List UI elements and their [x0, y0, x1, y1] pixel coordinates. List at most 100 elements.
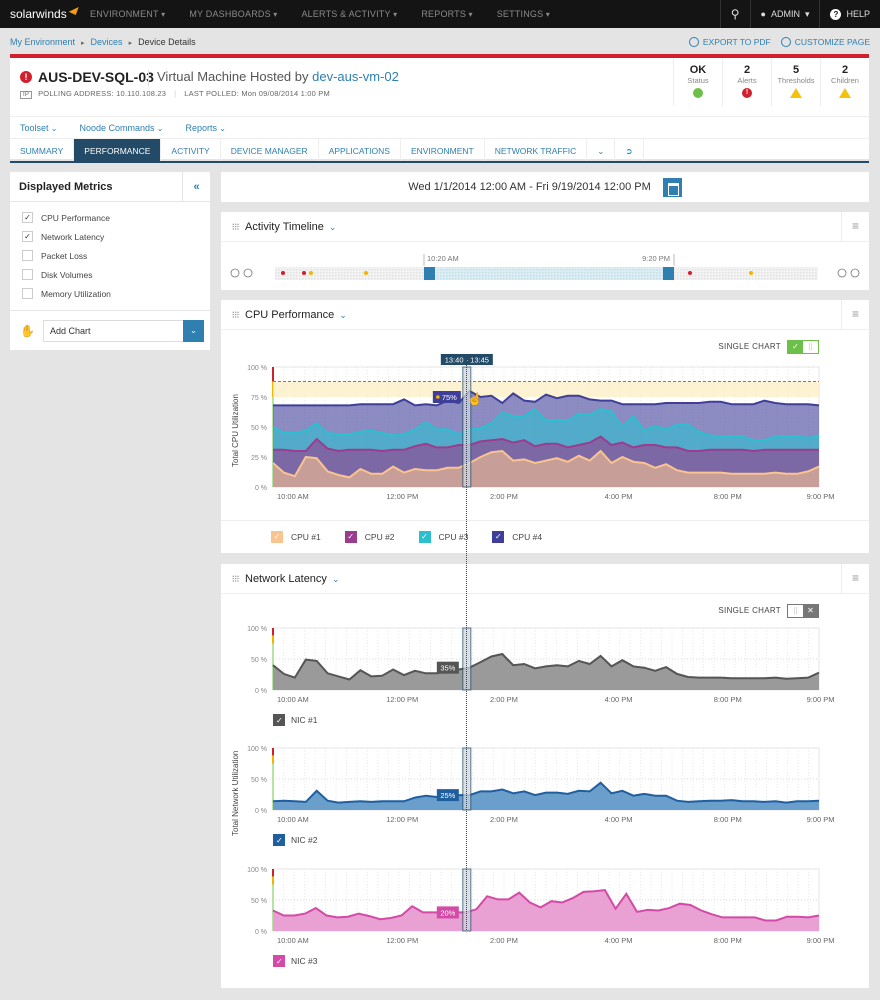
event-error-dot[interactable]: [281, 271, 285, 275]
chevron-down-icon[interactable]: ⌄: [182, 319, 204, 342]
checkbox-checked[interactable]: ✓: [271, 531, 283, 543]
panel-menu-icon[interactable]: ≡: [841, 212, 869, 242]
checkbox-checked[interactable]: ✓: [418, 531, 431, 543]
node-commands-menu[interactable]: Noode Commands: [79, 123, 163, 133]
stat-children[interactable]: 2 Children: [820, 58, 869, 106]
stat-children-value: 2: [841, 64, 849, 76]
event-warning-dot[interactable]: [749, 271, 753, 275]
stat-status-label: Status: [687, 76, 709, 85]
nav-reports[interactable]: REPORTS: [421, 9, 472, 19]
device-toolbar: Toolset Noode Commands Reports: [10, 116, 869, 138]
cpu-performance-header: CPU Performance ⌄ ≡: [221, 300, 869, 330]
admin-menu[interactable]: ● ADMIN ▾: [749, 0, 820, 28]
legend-cpu-4[interactable]: ✓ CPU #4: [492, 531, 542, 543]
step-back-icon[interactable]: [243, 268, 253, 278]
customize-page-label: CUSTOMIZE PAGE: [794, 37, 870, 47]
customize-page-button[interactable]: CUSTOMIZE PAGE: [780, 37, 870, 47]
nav-settings[interactable]: SETTINGS: [497, 9, 550, 19]
checkbox-checked[interactable]: ✓: [492, 531, 505, 543]
selection-bar: [462, 868, 472, 932]
tab-performance[interactable]: PERFORMANCE: [74, 139, 162, 161]
legend-cpu-2[interactable]: ✓ CPU #2: [344, 531, 395, 543]
chevron-down-icon[interactable]: ⌄: [339, 310, 347, 320]
metric-memory-utilization[interactable]: Memory Utilization: [10, 284, 210, 303]
nav-my-dashboards[interactable]: MY DASHBOARDS: [189, 9, 277, 19]
drag-grip-icon[interactable]: [232, 223, 239, 230]
stat-alerts[interactable]: 2 Alerts!: [722, 58, 771, 106]
event-error-dot[interactable]: [688, 271, 692, 275]
time-tooltip-label: 13:40 - 13:45: [445, 356, 489, 365]
nav-environment[interactable]: ENVIRONMENT: [90, 9, 165, 19]
step-forward-icon[interactable]: [837, 268, 847, 278]
export-pdf-button[interactable]: EXPORT TO PDF: [688, 37, 771, 47]
warning-threshold-bar: [272, 876, 274, 885]
add-chart-select[interactable]: Add Chart ⌄: [42, 319, 204, 342]
timeline-selection[interactable]: [428, 267, 671, 280]
selection-bar: [462, 366, 472, 488]
jump-end-icon[interactable]: [850, 268, 860, 278]
y-axis-label: Total Network Utilization: [231, 751, 240, 836]
solarwinds-logo[interactable]: solarwinds: [0, 7, 90, 21]
host-link[interactable]: dev-aus-vm-02: [312, 69, 399, 84]
event-warning-dot[interactable]: [309, 271, 313, 275]
jump-start-icon[interactable]: [230, 268, 240, 278]
tab-applications[interactable]: APPLICATIONS: [319, 139, 401, 161]
tab-summary[interactable]: SUMMARY: [10, 139, 75, 161]
nav-alerts-activity[interactable]: ALERTS & ACTIVITY: [301, 9, 397, 19]
stat-thresholds[interactable]: 5 Thresholds: [771, 58, 820, 106]
checkbox[interactable]: [22, 288, 33, 299]
metric-network-latency[interactable]: ✓ Network Latency: [10, 227, 210, 246]
network-charts: 0 % 50 % 100 % 10:00 AM 12:00 PM 2:00 PM 4:00 …: [231, 626, 835, 967]
metric-packet-loss[interactable]: Packet Loss: [10, 246, 210, 265]
x-tick-label: 12:00 PM: [386, 815, 418, 824]
drag-grip-icon[interactable]: [232, 311, 239, 318]
legend-label: CPU #4: [512, 532, 543, 542]
panel-menu-icon[interactable]: ≡: [841, 300, 869, 330]
warning-triangle-icon: [839, 88, 851, 98]
breadcrumb-my-environment[interactable]: My Environment: [10, 37, 75, 47]
legend-label: NIC #1: [291, 715, 318, 725]
breadcrumb-devices[interactable]: Devices: [91, 37, 123, 47]
polling-info: IP POLLING ADDRESS: 10.110.108.23 | LAST PO…: [20, 89, 330, 99]
legend-cpu-1[interactable]: ✓ CPU #1: [271, 531, 321, 543]
cpu-performance-title: CPU Performance: [245, 309, 335, 321]
chevron-down-icon[interactable]: ⌄: [329, 222, 337, 232]
more-tabs-button[interactable]: ⌄: [587, 139, 616, 161]
chevron-down-icon: ▾: [804, 8, 810, 19]
timeline-right-handle[interactable]: [663, 267, 674, 280]
legend-cpu-3[interactable]: ✓ CPU #3: [418, 531, 468, 543]
stat-status[interactable]: OK Status: [673, 58, 722, 106]
checkbox[interactable]: [22, 250, 33, 261]
x-tick-label: 12:00 PM: [386, 492, 418, 501]
help-label: HELP: [846, 9, 870, 19]
checkbox-checked[interactable]: ✓: [22, 231, 33, 242]
collapse-sidebar-button[interactable]: «: [182, 172, 210, 202]
calendar-button[interactable]: [662, 177, 682, 197]
x-tick-label: 10:00 AM: [277, 936, 309, 945]
network-latency-panel: Network Latency ⌄ ≡ SINGLE CHART || ✕ 0 % 50…: [221, 564, 869, 988]
checkbox-checked[interactable]: ✓: [22, 212, 33, 223]
x-tick-label: 2:00 PM: [490, 936, 518, 945]
tab-environment[interactable]: ENVIRONMENT: [401, 139, 485, 161]
reports-menu[interactable]: Reports: [185, 123, 225, 133]
tab-scroll-button[interactable]: ➲: [615, 139, 644, 161]
checkbox-checked[interactable]: ✓: [344, 531, 357, 543]
timeline-start-label: 10:20 AM: [427, 254, 459, 263]
timeline-left-handle[interactable]: [424, 267, 435, 280]
legend-label: CPU #2: [364, 532, 395, 542]
search-button[interactable]: ⚲: [719, 0, 750, 28]
check-icon: ✓: [276, 957, 283, 966]
metric-cpu-performance[interactable]: ✓ CPU Performance: [10, 208, 210, 227]
checkbox[interactable]: [22, 269, 33, 280]
tab-device-manager[interactable]: DEVICE MANAGER: [221, 139, 319, 161]
x-tick-label: 4:00 PM: [605, 936, 633, 945]
tab-network-traffic[interactable]: NETWORK TRAFFIC: [485, 139, 588, 161]
date-range-text[interactable]: Wed 1/1/2014 12:00 AM - Fri 9/19/2014 12…: [408, 181, 651, 193]
y-tick-label: 50 %: [251, 898, 267, 905]
toolset-menu[interactable]: Toolset: [20, 123, 57, 133]
tab-activity[interactable]: ACTIVITY: [161, 139, 221, 161]
event-error-dot[interactable]: [302, 271, 306, 275]
help-button[interactable]: ? HELP: [819, 0, 880, 28]
event-warning-dot[interactable]: [364, 271, 368, 275]
metric-disk-volumes[interactable]: Disk Volumes: [10, 265, 210, 284]
